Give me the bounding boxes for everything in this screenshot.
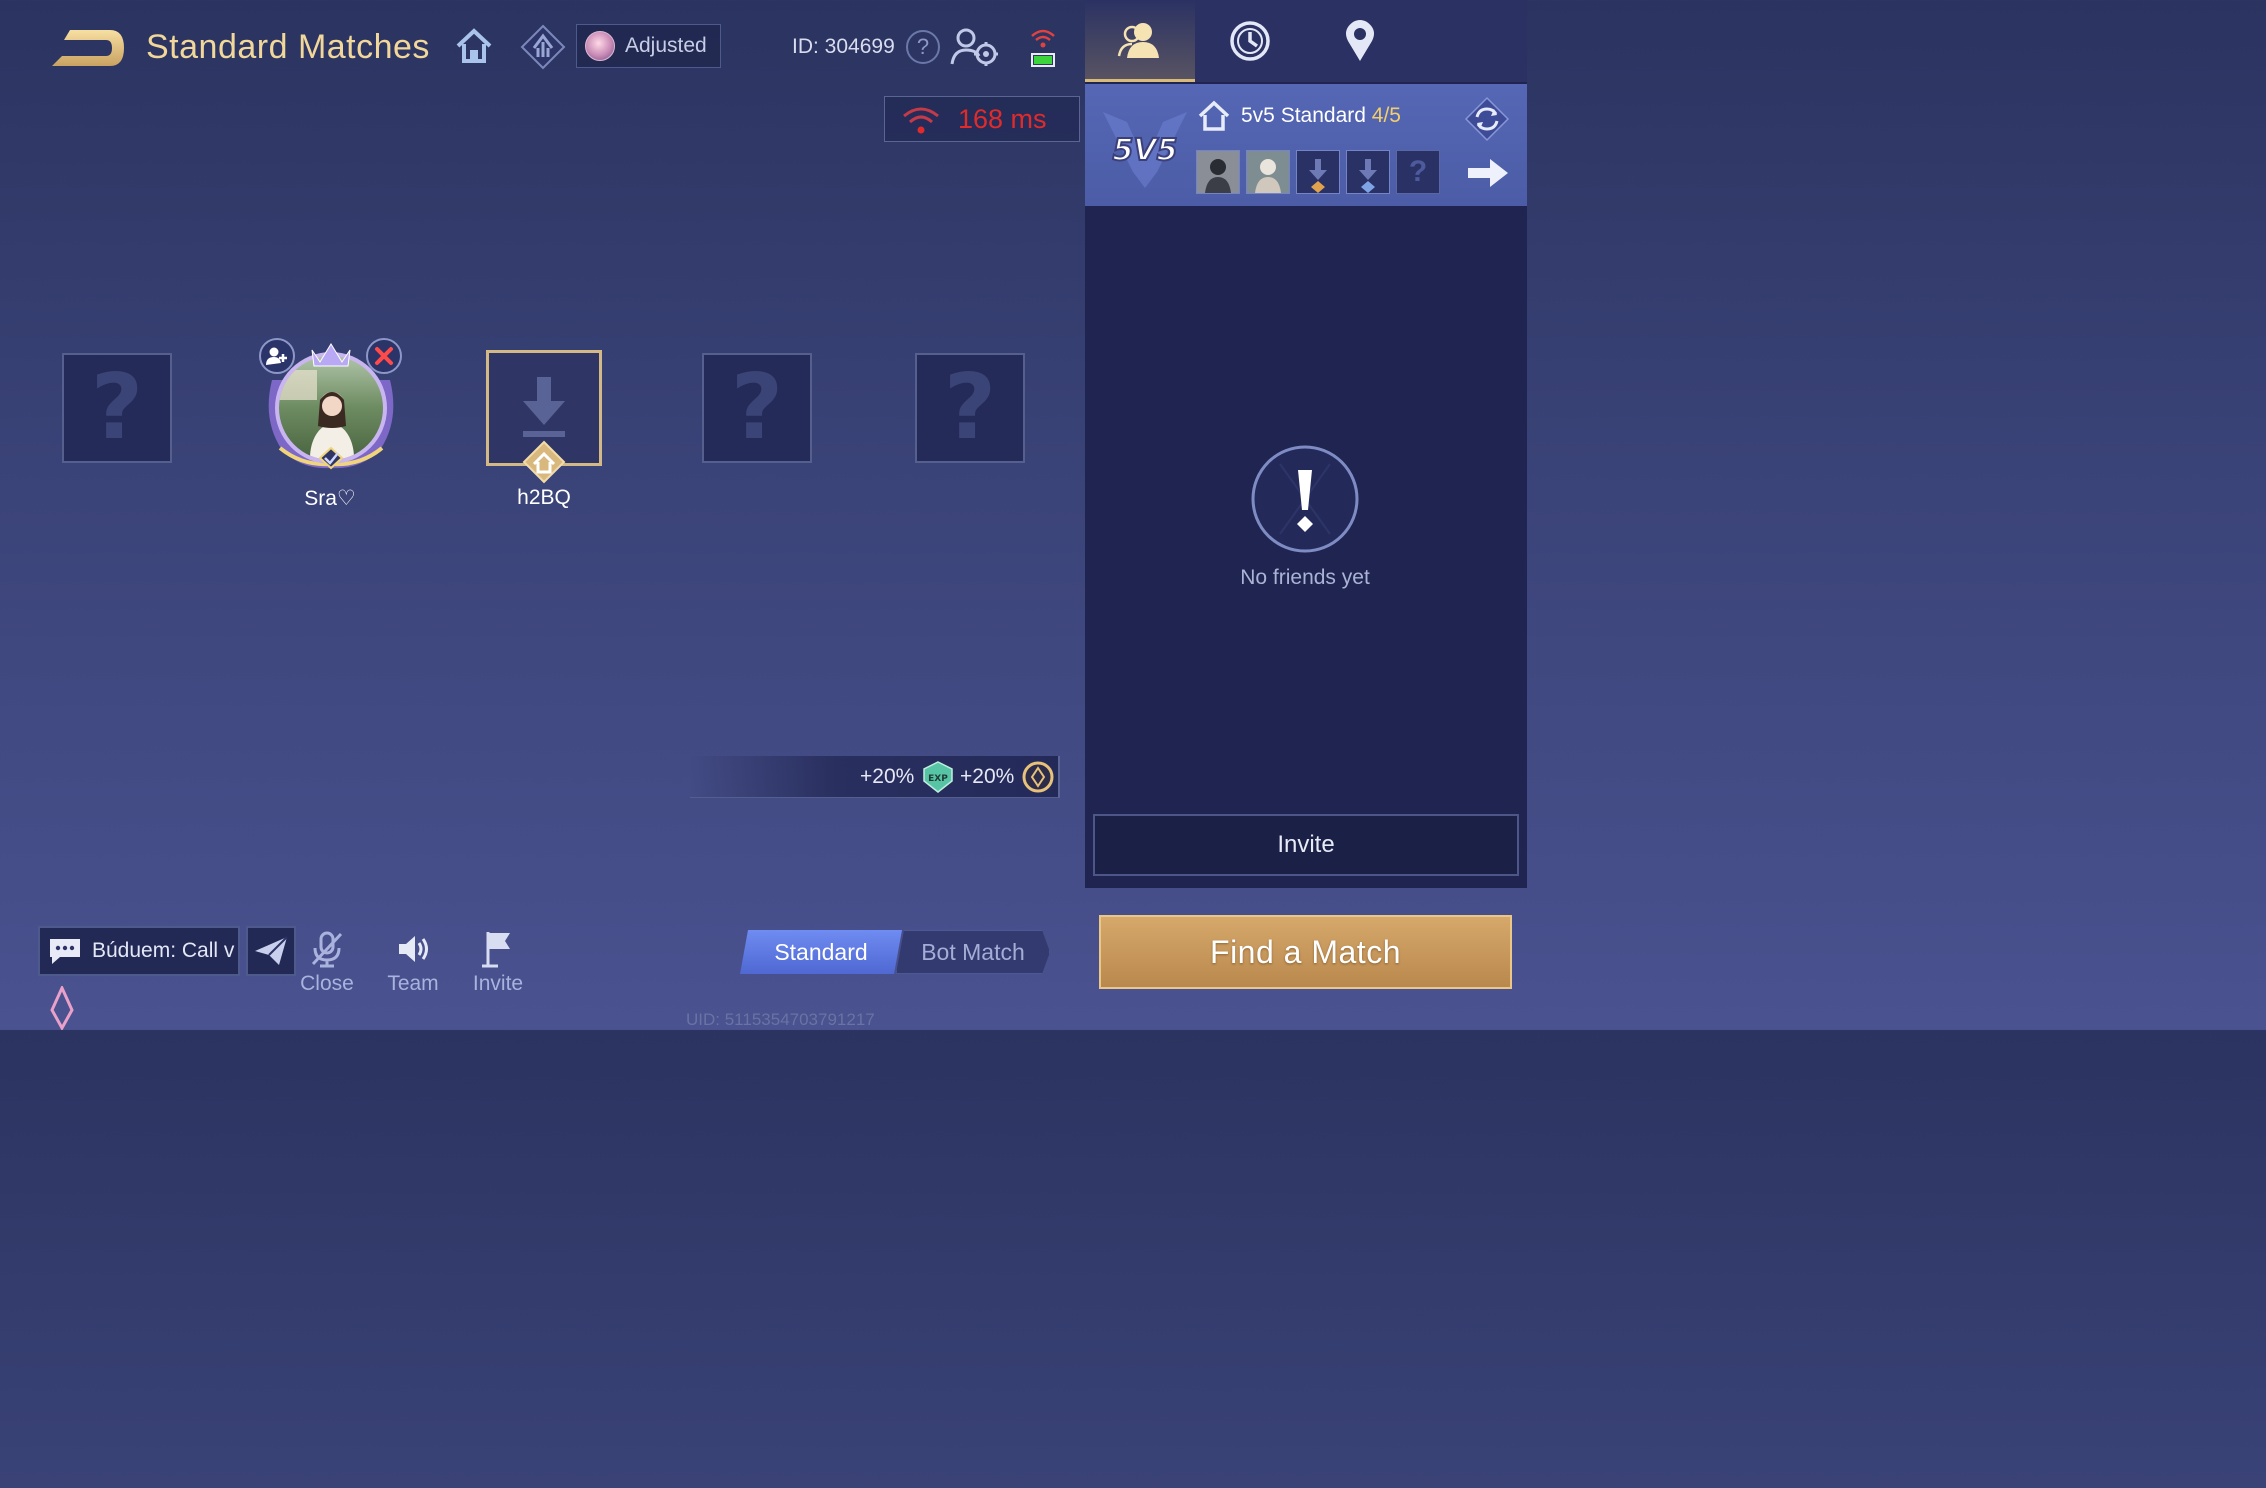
empty-state-message: No friends yet [1240, 566, 1370, 589]
team-settings-button[interactable] [950, 26, 1000, 68]
mic-label: Close [300, 972, 354, 995]
room-mode: 5v5 Standard [1241, 104, 1372, 127]
ping-value: 168 ms [958, 104, 1047, 134]
refresh-button[interactable] [1464, 96, 1510, 142]
invite-flag-label: Invite [472, 972, 524, 995]
remove-player-button[interactable] [366, 338, 402, 374]
tab-history[interactable] [1195, 0, 1305, 82]
room-member-3 [1296, 150, 1340, 194]
room-member-5: ? [1396, 150, 1440, 194]
svg-text:EXP: EXP [928, 774, 948, 784]
chat-preview[interactable]: Búduem: Call v [38, 926, 240, 976]
help-button[interactable]: ? [906, 30, 940, 64]
question-mark-icon: ? [1408, 155, 1428, 188]
room-count: 4/5 [1371, 104, 1401, 127]
coin-bonus: +20% [960, 765, 1015, 788]
back-button[interactable] [48, 26, 126, 70]
page-title: Standard Matches [146, 28, 430, 66]
diamond-decoration-icon [48, 984, 76, 1032]
mic-toggle[interactable]: Close [292, 930, 362, 996]
mode-standard[interactable]: Standard [740, 930, 902, 974]
member-avatar [1197, 151, 1239, 193]
add-user-icon [266, 347, 287, 365]
speaker-toggle[interactable]: Team [378, 930, 448, 996]
find-match-button[interactable]: Find a Match [1099, 915, 1512, 989]
connection-indicator [1028, 24, 1058, 70]
coin-icon [1022, 761, 1054, 793]
speaker-icon [399, 936, 428, 962]
close-icon [375, 347, 393, 365]
invite-flag-button[interactable]: Invite [463, 928, 533, 996]
download-icon [1359, 159, 1377, 193]
room-member-2 [1246, 150, 1290, 194]
back-arrow-icon [52, 30, 124, 66]
uid-label: UID: 5115354703791217 [686, 1010, 875, 1029]
home-icon [456, 28, 492, 63]
svg-text:5V5: 5V5 [1113, 133, 1178, 168]
speaker-label: Team [387, 972, 439, 995]
player-id: ID: 304699 [792, 35, 895, 58]
empty-slot-5[interactable]: ? [915, 353, 1025, 463]
player-name-1: Sra♡ [304, 487, 356, 510]
room-member-1 [1196, 150, 1240, 194]
location-icon [1346, 20, 1374, 61]
question-mark-icon: ? [943, 355, 997, 460]
exp-icon: EXP [922, 761, 954, 793]
host-home-icon [522, 440, 566, 484]
rank-button[interactable] [520, 24, 566, 70]
user-settings-icon [950, 28, 998, 66]
5v5-emblem-icon: 5V5 [1097, 102, 1193, 192]
room-member-4 [1346, 150, 1390, 194]
download-icon [1309, 159, 1327, 193]
wifi-icon [902, 106, 940, 136]
question-mark-icon: ? [90, 355, 144, 460]
empty-slot-4[interactable]: ? [702, 353, 812, 463]
friends-icon [1117, 22, 1159, 58]
send-message-button[interactable] [246, 926, 296, 976]
add-friend-button[interactable] [259, 338, 295, 374]
exp-bonus: +20% [860, 765, 915, 788]
room-title: 5v5 Standard 4/5 [1241, 104, 1401, 128]
send-icon [255, 936, 288, 965]
tab-nearby[interactable] [1305, 0, 1415, 82]
member-avatar [1247, 151, 1289, 193]
avatar [585, 31, 615, 61]
adjusted-label: Adjusted [625, 34, 707, 57]
empty-slot-1[interactable]: ? [62, 353, 172, 463]
alert-icon [1250, 444, 1360, 554]
arrow-right-icon [1468, 159, 1508, 187]
wifi-battery-icon [1031, 29, 1055, 67]
question-mark-icon: ? [730, 355, 784, 460]
history-icon [1230, 21, 1270, 61]
refresh-icon [1464, 96, 1510, 142]
player-name-2: h2BQ [517, 486, 571, 509]
adjusted-status[interactable]: Adjusted [576, 24, 721, 68]
invite-button[interactable]: Invite [1093, 814, 1519, 876]
home-button[interactable] [454, 26, 494, 66]
rank-emblem-icon [520, 24, 566, 70]
flag-icon [482, 932, 510, 968]
join-room-button[interactable] [1466, 156, 1510, 190]
room-home-icon [1198, 100, 1230, 132]
mode-bot-match[interactable]: Bot Match [896, 930, 1050, 974]
tab-friends[interactable] [1085, 0, 1195, 82]
chat-icon [50, 939, 80, 964]
mic-off-icon [311, 931, 343, 968]
chat-text: Búduem: Call v [92, 939, 235, 962]
mode-toggle[interactable]: Bot Match Standard [740, 930, 1050, 974]
